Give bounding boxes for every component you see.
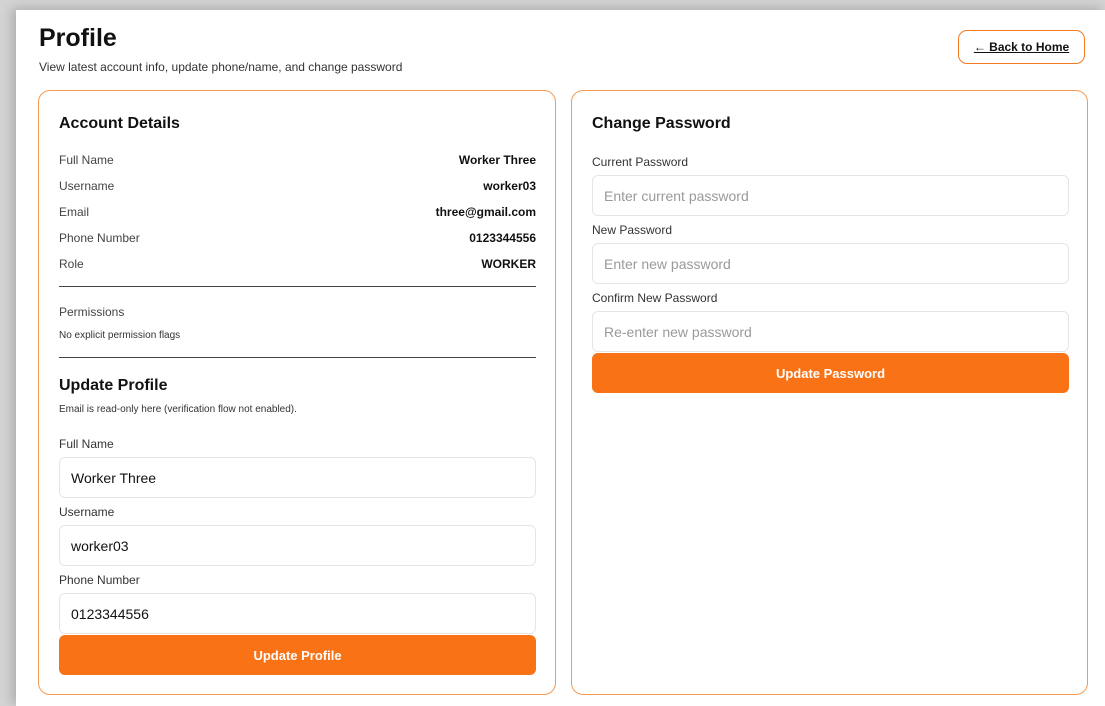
update-profile-button[interactable]: Update Profile (59, 635, 536, 675)
full-name-label: Full Name (59, 437, 114, 451)
detail-row-role: Role WORKER (59, 257, 536, 271)
detail-row-phone: Phone Number 0123344556 (59, 231, 536, 245)
phone-number-label: Phone Number (59, 573, 140, 587)
detail-label: Role (59, 257, 84, 271)
full-name-input[interactable] (59, 457, 536, 498)
phone-number-input[interactable] (59, 593, 536, 634)
detail-value: 0123344556 (469, 231, 536, 245)
current-password-input[interactable] (592, 175, 1069, 216)
detail-value: three@gmail.com (435, 205, 536, 219)
detail-row-full-name: Full Name Worker Three (59, 153, 536, 167)
detail-value: Worker Three (458, 153, 536, 167)
new-password-label: New Password (592, 223, 673, 237)
detail-value: WORKER (481, 257, 536, 271)
detail-label: Phone Number (59, 231, 140, 245)
update-profile-note: Email is read-only here (verification fl… (59, 404, 297, 415)
update-password-button[interactable]: Update Password (592, 353, 1069, 393)
permissions-label: Permissions (59, 305, 125, 319)
detail-value: worker03 (483, 179, 536, 193)
detail-label: Username (59, 179, 115, 193)
change-password-title: Change Password (592, 115, 731, 132)
detail-row-username: Username worker03 (59, 179, 536, 193)
account-details-title: Account Details (59, 115, 180, 132)
divider (59, 357, 536, 358)
back-to-home-button[interactable]: ← Back to Home (958, 30, 1085, 64)
profile-window: Profile View latest account info, update… (16, 10, 1105, 706)
permissions-value: No explicit permission flags (59, 330, 181, 341)
detail-label: Email (59, 205, 90, 219)
page-subtitle: View latest account info, update phone/n… (39, 60, 403, 74)
divider (59, 286, 536, 287)
update-profile-title: Update Profile (59, 377, 168, 394)
current-password-label: Current Password (592, 155, 689, 169)
detail-row-email: Email three@gmail.com (59, 205, 536, 219)
confirm-password-input[interactable] (592, 311, 1069, 352)
detail-label: Full Name (59, 153, 114, 167)
confirm-password-label: Confirm New Password (592, 291, 718, 305)
page-title: Profile (39, 24, 117, 52)
account-card: Account Details Full Name Worker Three U… (38, 90, 556, 695)
change-password-card: Change Password Current Password New Pas… (571, 90, 1088, 695)
new-password-input[interactable] (592, 243, 1069, 284)
username-label: Username (59, 505, 115, 519)
username-input[interactable] (59, 525, 536, 566)
